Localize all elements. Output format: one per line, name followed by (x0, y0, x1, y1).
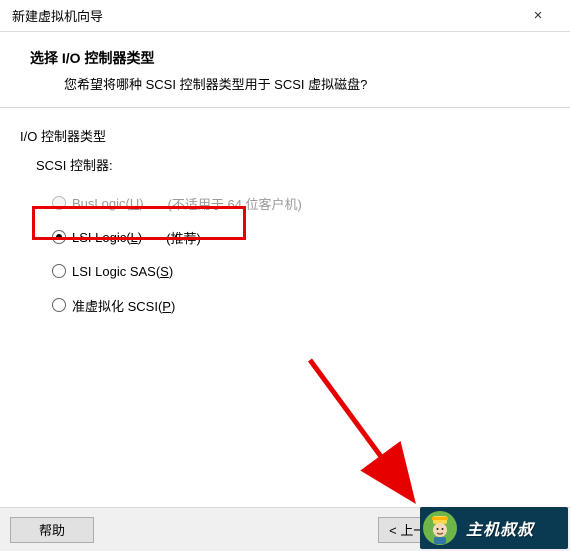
content-area: I/O 控制器类型 SCSI 控制器: BusLogic(U) (不适用于 64… (0, 108, 570, 322)
radio-icon (52, 298, 66, 312)
titlebar: 新建虚拟机向导 × (0, 0, 570, 32)
scsi-controller-label: SCSI 控制器: (36, 155, 550, 174)
radio-group-scsi: BusLogic(U) (不适用于 64 位客户机) LSI Logic(L) … (52, 186, 550, 322)
radio-label: LSI Logic(L) (72, 230, 142, 245)
radio-icon (52, 230, 66, 244)
radio-icon (52, 196, 66, 210)
help-button[interactable]: 帮助 (10, 517, 94, 543)
annotation-arrow-icon (300, 350, 450, 510)
radio-hint: (推荐) (166, 228, 201, 247)
wizard-header: 选择 I/O 控制器类型 您希望将哪种 SCSI 控制器类型用于 SCSI 虚拟… (0, 32, 570, 108)
watermark-text: 主机叔叔 (466, 516, 534, 540)
close-button[interactable]: × (518, 2, 558, 30)
radio-icon (52, 264, 66, 278)
radio-option-paravirt[interactable]: 准虚拟化 SCSI(P) (52, 288, 550, 322)
page-title: 选择 I/O 控制器类型 (30, 48, 546, 68)
close-icon: × (534, 7, 543, 24)
radio-option-buslogic: BusLogic(U) (不适用于 64 位客户机) (52, 186, 550, 220)
radio-label: 准虚拟化 SCSI(P) (72, 296, 175, 315)
window-title: 新建虚拟机向导 (12, 6, 103, 25)
watermark-badge: 主机叔叔 (420, 507, 568, 549)
radio-label: LSI Logic SAS(S) (72, 264, 173, 279)
radio-option-lsilogic[interactable]: LSI Logic(L) (推荐) (52, 220, 550, 254)
radio-label: BusLogic(U) (72, 196, 144, 211)
radio-option-lsisas[interactable]: LSI Logic SAS(S) (52, 254, 550, 288)
page-subtitle: 您希望将哪种 SCSI 控制器类型用于 SCSI 虚拟磁盘? (64, 74, 546, 93)
radio-hint: (不适用于 64 位客户机) (168, 194, 302, 213)
watermark-avatar-icon (420, 508, 460, 548)
group-label: I/O 控制器类型 (20, 126, 550, 145)
